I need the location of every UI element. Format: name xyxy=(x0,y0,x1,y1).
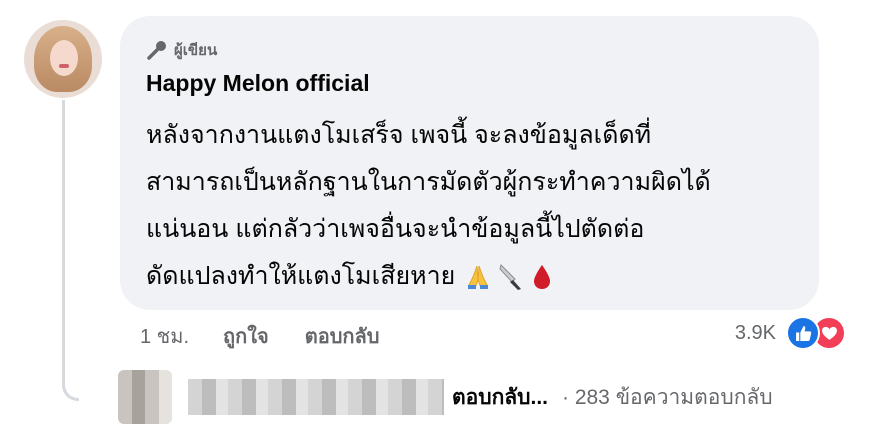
avatar-lips xyxy=(59,64,69,68)
thread-connector-line xyxy=(62,100,79,401)
knife-icon xyxy=(499,264,522,291)
reply-count[interactable]: · 283 ข้อความตอบกลับ xyxy=(562,381,773,414)
like-reaction-icon xyxy=(786,316,820,350)
folded-hands-icon xyxy=(468,266,489,290)
comment-line: หลังจากงานแตงโมเสร็จ เพจนี้ จะลงข้อมูลเด… xyxy=(146,121,652,149)
comment-line: สามารถเป็นหลักฐานในการมัดตัวผู้กระทำความ… xyxy=(146,168,711,196)
author-name[interactable]: Happy Melon official xyxy=(146,70,370,97)
author-avatar[interactable] xyxy=(24,20,102,98)
comment-line-last: ดัดแปลงทำให้แตงโมเสียหาย xyxy=(146,253,806,300)
emoji-group xyxy=(465,263,555,291)
reply-preview[interactable]: ตอบกลับ... · 283 ข้อความตอบกลับ xyxy=(118,370,773,424)
like-button[interactable]: ถูกใจ xyxy=(223,320,269,352)
comment-line: แน่นอน แต่กลัวว่าเพจอื่นจะนำข้อมูลนี้ไปต… xyxy=(146,215,645,243)
comment-timestamp[interactable]: 1 ชม. xyxy=(140,320,189,352)
comment-line-text: ดัดแปลงทำให้แตงโมเสียหาย xyxy=(146,262,456,290)
reaction-summary[interactable]: 3.9K xyxy=(735,316,846,350)
replier-name-blurred xyxy=(188,379,444,415)
author-badge: ผู้เขียน xyxy=(146,38,217,62)
comment-bubble: ผู้เขียน Happy Melon official หลังจากงาน… xyxy=(120,16,819,310)
view-replies-link[interactable]: ตอบกลับ... xyxy=(452,381,548,414)
microphone-icon xyxy=(147,41,166,60)
comment-actions: 1 ชม. ถูกใจ ตอบกลับ xyxy=(140,320,415,352)
author-badge-label: ผู้เขียน xyxy=(174,42,218,59)
avatar-face xyxy=(50,40,78,76)
reply-button[interactable]: ตอบกลับ xyxy=(305,320,380,352)
replier-avatar-blurred xyxy=(118,370,172,424)
drop-of-blood-icon xyxy=(534,265,551,290)
comment-text: หลังจากงานแตงโมเสร็จ เพจนี้ จะลงข้อมูลเด… xyxy=(146,112,806,300)
reaction-count: 3.9K xyxy=(734,321,776,344)
